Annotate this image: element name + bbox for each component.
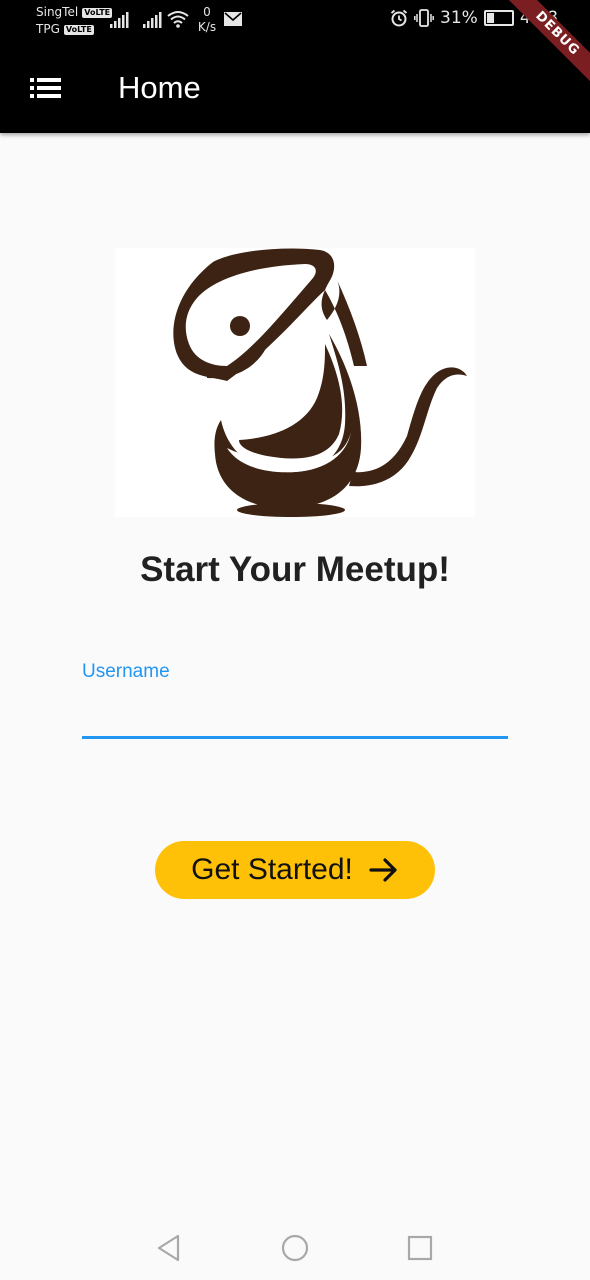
volte-badge: VoLTE: [63, 24, 94, 35]
signal-strength-icon: [110, 12, 129, 28]
username-label: Username: [82, 661, 170, 682]
username-input[interactable]: [82, 692, 508, 739]
volte-badge: VoLTE: [82, 7, 113, 18]
home-circle-icon: [281, 1234, 309, 1262]
menu-button[interactable]: [22, 66, 70, 110]
signal-strength-icon: [143, 12, 162, 28]
carrier-info: SingTel VoLTE TPG VoLTE: [36, 4, 113, 38]
arrow-right-icon: [369, 858, 397, 882]
battery-percent: 31%: [440, 8, 478, 28]
get-started-label: Get Started!: [191, 853, 353, 886]
headline: Start Your Meetup!: [140, 550, 450, 589]
battery-icon: [483, 10, 514, 26]
back-button[interactable]: [149, 1230, 189, 1266]
network-speed-unit: K/s: [197, 20, 217, 34]
recents-button[interactable]: [400, 1230, 440, 1266]
mail-icon: [224, 12, 242, 26]
carrier-2-name: TPG: [36, 22, 60, 36]
recents-square-icon: [407, 1235, 433, 1261]
wifi-icon: [167, 11, 189, 28]
carrier-1-name: SingTel: [36, 5, 79, 19]
vibrate-icon: [414, 9, 434, 27]
app-bar: Home: [0, 44, 590, 133]
get-started-button[interactable]: Get Started!: [155, 841, 435, 899]
status-bar: SingTel VoLTE TPG VoLTE 0 K/s 31% DEBUG: [0, 0, 590, 95]
network-speed: 0 K/s: [196, 5, 218, 35]
battery-level: [486, 13, 494, 23]
network-speed-value: 0: [203, 5, 211, 19]
page-title: Home: [118, 70, 201, 105]
system-nav-bar: [0, 1216, 590, 1280]
home-button[interactable]: [275, 1230, 315, 1266]
app-logo: [115, 248, 475, 517]
back-triangle-icon: [157, 1234, 180, 1262]
menu-list-icon: [30, 78, 61, 98]
alarm-icon: [390, 9, 408, 27]
rat-logo: [173, 248, 467, 517]
